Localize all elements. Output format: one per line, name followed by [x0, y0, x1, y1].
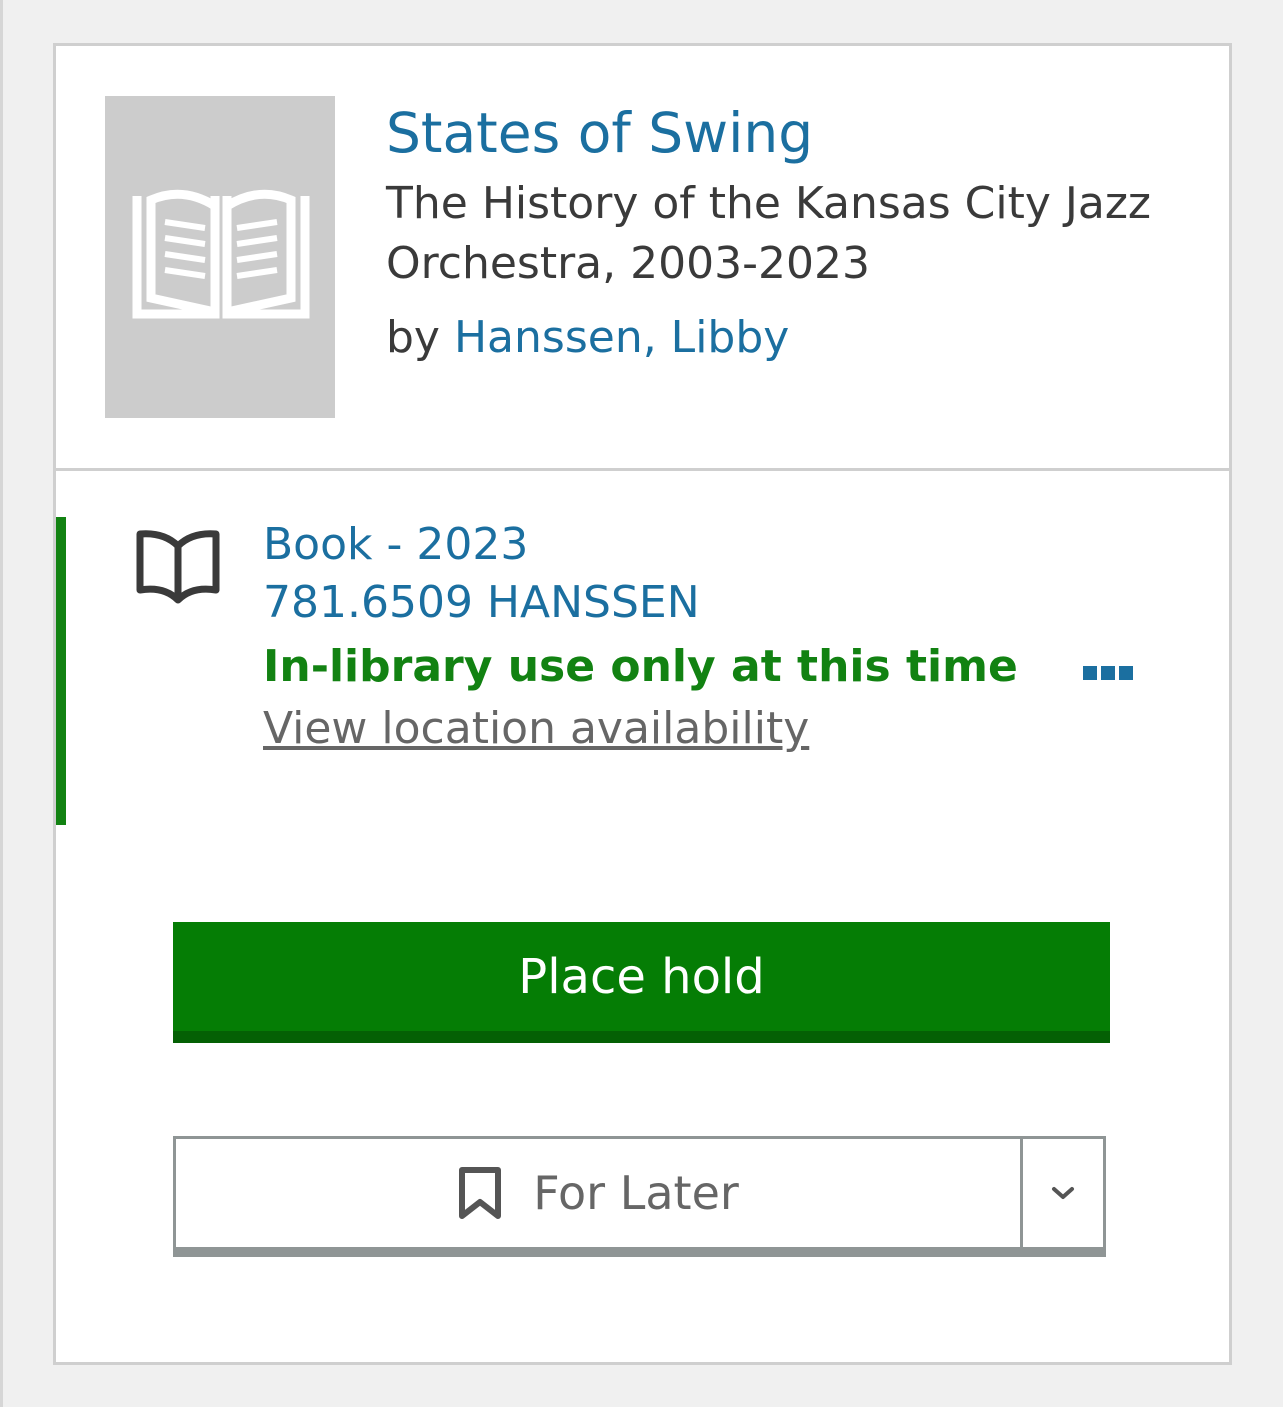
byline: by Hanssen, Libby: [386, 308, 789, 368]
bookmark-icon: [459, 1167, 502, 1219]
more-dot: [1119, 666, 1133, 680]
by-prefix: by: [386, 312, 440, 363]
for-later-label: For Later: [533, 1166, 739, 1220]
author-link[interactable]: Hanssen, Libby: [454, 312, 789, 363]
more-dot: [1083, 666, 1097, 680]
bib-summary: States of Swing The History of the Kansa…: [56, 46, 1229, 471]
book-icon: [134, 528, 222, 608]
bib-result-card: States of Swing The History of the Kansa…: [53, 43, 1232, 1365]
call-number[interactable]: 781.6509 HANSSEN: [263, 574, 700, 632]
cover-image[interactable]: [105, 96, 335, 418]
view-location-availability-link[interactable]: View location availability: [263, 700, 809, 758]
for-later-button[interactable]: For Later: [173, 1136, 1020, 1257]
place-hold-button[interactable]: Place hold: [173, 922, 1110, 1043]
more-options-icon[interactable]: [1078, 658, 1138, 688]
page-left-edge: [0, 0, 3, 1407]
availability-status: In-library use only at this time: [263, 641, 1018, 692]
open-book-placeholder-icon: [132, 189, 310, 319]
format-link[interactable]: Book - 2023: [263, 516, 528, 574]
chevron-down-icon: [1052, 1187, 1074, 1199]
more-dot: [1101, 666, 1115, 680]
for-later-shelf-control: For Later: [173, 1136, 1106, 1260]
item-subtitle: The History of the Kansas City Jazz Orch…: [386, 178, 1152, 289]
item-title-link[interactable]: States of Swing: [386, 98, 813, 168]
for-later-dropdown-toggle[interactable]: [1020, 1136, 1106, 1257]
availability-status-bar: [56, 517, 66, 825]
